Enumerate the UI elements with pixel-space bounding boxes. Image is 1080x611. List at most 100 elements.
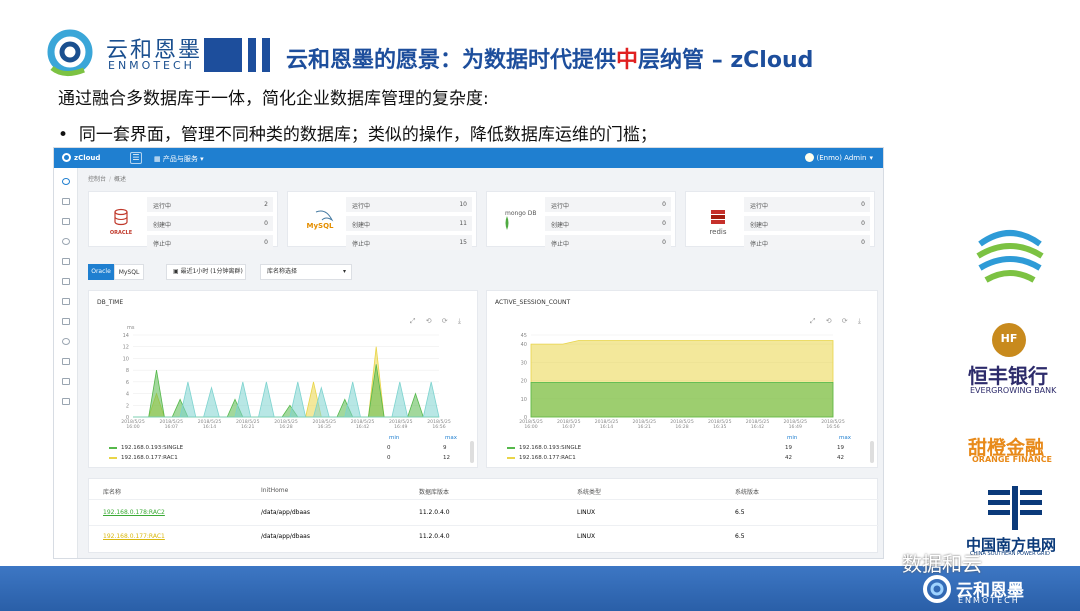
x-tick-label: 16:00 — [524, 424, 537, 430]
slide: 云和恩墨 ENMOTECH 云和恩墨的愿景：为数据时代提供中层纳管 – zClo… — [0, 0, 1080, 611]
table-cell: /data/app/dbaas — [261, 509, 310, 516]
app-brand[interactable]: zCloud — [62, 153, 100, 162]
db-link[interactable]: 192.168.0.178:RAC2 — [103, 509, 165, 516]
sidebar-users-icon[interactable] — [62, 298, 70, 305]
table-cell: 11.2.0.4.0 — [419, 509, 450, 516]
x-tick-label: 16:35 — [713, 424, 726, 430]
app-topbar: zCloud ☰ ▦ 产品与服务 ▾ (Enmo) Admin ▾ — [54, 148, 883, 168]
col-header-version: 数据库版本 — [419, 489, 450, 496]
breadcrumb-console[interactable]: 控制台 — [88, 176, 106, 183]
y-tick-label: 10 — [123, 356, 129, 362]
y-tick-label: 12 — [123, 345, 129, 351]
sidebar-database-icon[interactable] — [62, 198, 70, 205]
legend-row[interactable]: 192.168.0.177:RAC1 — [109, 455, 178, 461]
card-row: 创建中 0 — [147, 216, 273, 231]
legend-min-header: min — [389, 435, 400, 441]
x-tick-label: 16:14 — [600, 424, 613, 430]
y-tick-label: 40 — [521, 342, 527, 348]
x-tick-label: 16:21 — [241, 424, 254, 430]
tab-oracle[interactable]: Oracle — [88, 264, 114, 280]
sidebar-settings-icon[interactable] — [62, 278, 70, 285]
sidebar-server-icon[interactable] — [62, 218, 70, 225]
legend-row[interactable]: 192.168.0.193:SINGLE — [109, 445, 183, 451]
card-row: 运行中 0 — [545, 197, 671, 212]
legend-row[interactable]: 192.168.0.177:RAC1 — [507, 455, 576, 461]
sidebar-dashboard-icon[interactable] — [62, 178, 70, 185]
x-tick-label: 16:49 — [394, 424, 407, 430]
slide-title: 云和恩墨的愿景：为数据时代提供中层纳管 – zCloud — [286, 48, 814, 73]
database-select[interactable]: 库名称选择 ▾ — [260, 264, 352, 280]
mongodb-card[interactable]: mongo DB 运行中 0 创建中 0 停止中 0 — [486, 191, 676, 250]
table-cell: LINUX — [577, 533, 596, 540]
tab-mysql[interactable]: MySQL — [114, 264, 144, 280]
legend-row[interactable]: 192.168.0.193:SINGLE — [507, 445, 581, 451]
y-axis-label: ms — [127, 325, 135, 331]
footer-logo-en: ENMOTECH — [958, 596, 1020, 605]
breadcrumb-overview: 概述 — [114, 176, 127, 183]
y-tick-label: 4 — [126, 392, 129, 398]
oracle-card[interactable]: ORACLE 运行中 2 创建中 0 停止中 0 — [88, 191, 278, 250]
sidebar-calendar-icon[interactable] — [62, 398, 70, 405]
title-decoration — [204, 38, 270, 72]
enmotech-logo: 云和恩墨 ENMOTECH — [44, 28, 200, 78]
redis-logo-text: redis — [709, 228, 727, 236]
y-tick-label: 14 — [123, 333, 129, 339]
menu-toggle-button[interactable]: ☰ — [130, 152, 142, 164]
enmotech-swirl-icon — [47, 29, 93, 76]
y-tick-label: 6 — [126, 380, 129, 386]
time-range-select[interactable]: ▣ 最近1小时 (1分钟离群) — [166, 264, 246, 280]
user-menu[interactable]: (Enmo) Admin ▾ — [804, 153, 873, 162]
legend-scrollbar[interactable] — [470, 441, 474, 463]
redis-card[interactable]: redis 运行中 0 创建中 0 停止中 0 — [685, 191, 875, 250]
x-tick-label: 16:42 — [356, 424, 369, 430]
mongodb-logo-text: mongo DB — [505, 210, 537, 217]
col-header-inithome: InitHome — [261, 487, 289, 494]
table-cell: 6.5 — [735, 533, 745, 540]
series-area — [133, 364, 439, 418]
x-tick-label: 16:21 — [638, 424, 651, 430]
card-row: 停止中 0 — [545, 235, 671, 250]
y-tick-label: 10 — [521, 397, 527, 403]
card-row: 停止中 0 — [147, 235, 273, 250]
database-table: 库名称 InitHome 数据库版本 系统类型 系统版本 192.168.0.1… — [88, 478, 879, 553]
col-header-os-version: 系统版本 — [735, 489, 760, 496]
db-time-chart: DB_TIME ⤢ ⟲ ⟳ ⤓ 0 2 4 6 8 10 12 14 ms 2018/5/25 16… — [88, 290, 478, 468]
x-tick-label: 16:28 — [675, 424, 688, 430]
legend-min-value: 19 — [785, 445, 792, 451]
db-link[interactable]: 192.168.0.177:RAC1 — [103, 533, 165, 540]
legend-min-header: min — [787, 435, 798, 441]
slide-bullet: • 同一套界面，管理不同种类的数据库；类似的操作，降低数据库运维的门槛； — [58, 125, 657, 145]
sidebar-gear-icon[interactable] — [62, 338, 70, 345]
sidebar-document-icon[interactable] — [62, 318, 70, 325]
x-tick-label: 16:42 — [751, 424, 764, 430]
sidebar-report-icon[interactable] — [62, 378, 70, 385]
card-row: 停止中 15 — [346, 235, 472, 250]
logo-name-en: ENMOTECH — [108, 59, 195, 72]
avatar — [804, 153, 814, 162]
x-tick-label: 16:00 — [126, 424, 139, 430]
hengfeng-name: 恒丰银行 — [968, 364, 1048, 388]
zcloud-screenshot: zCloud ☰ ▦ 产品与服务 ▾ (Enmo) Admin ▾ 控制台 / 概述 — [53, 147, 884, 559]
y-tick-label: 8 — [126, 368, 129, 374]
sidebar-storage-icon[interactable] — [62, 258, 70, 265]
card-row: 停止中 0 — [744, 235, 870, 250]
sidebar-list-icon[interactable] — [62, 358, 70, 365]
breadcrumb: 控制台 / 概述 — [88, 176, 127, 183]
sidebar-support-icon[interactable] — [62, 238, 70, 245]
x-tick-label: 16:56 — [432, 424, 445, 430]
china-mobile-logo — [976, 230, 1044, 283]
products-menu[interactable]: ▦ 产品与服务 ▾ — [154, 154, 204, 164]
x-tick-label: 16:49 — [789, 424, 802, 430]
legend-scrollbar[interactable] — [870, 441, 874, 463]
card-row: 创建中 0 — [744, 216, 870, 231]
card-row: 创建中 0 — [545, 216, 671, 231]
x-tick-label: 16:56 — [826, 424, 839, 430]
y-tick-label: 2 — [126, 403, 129, 409]
app-sidebar — [54, 168, 78, 558]
hengfeng-name-en: EVERGROWING BANK — [970, 386, 1057, 395]
legend-max-value: 12 — [443, 455, 450, 461]
brand-icon — [62, 153, 71, 162]
chevron-down-icon: ▾ — [342, 268, 346, 275]
mysql-card[interactable]: MySQL 运行中 10 创建中 11 停止中 15 — [287, 191, 477, 250]
y-tick-label: 20 — [521, 379, 527, 385]
